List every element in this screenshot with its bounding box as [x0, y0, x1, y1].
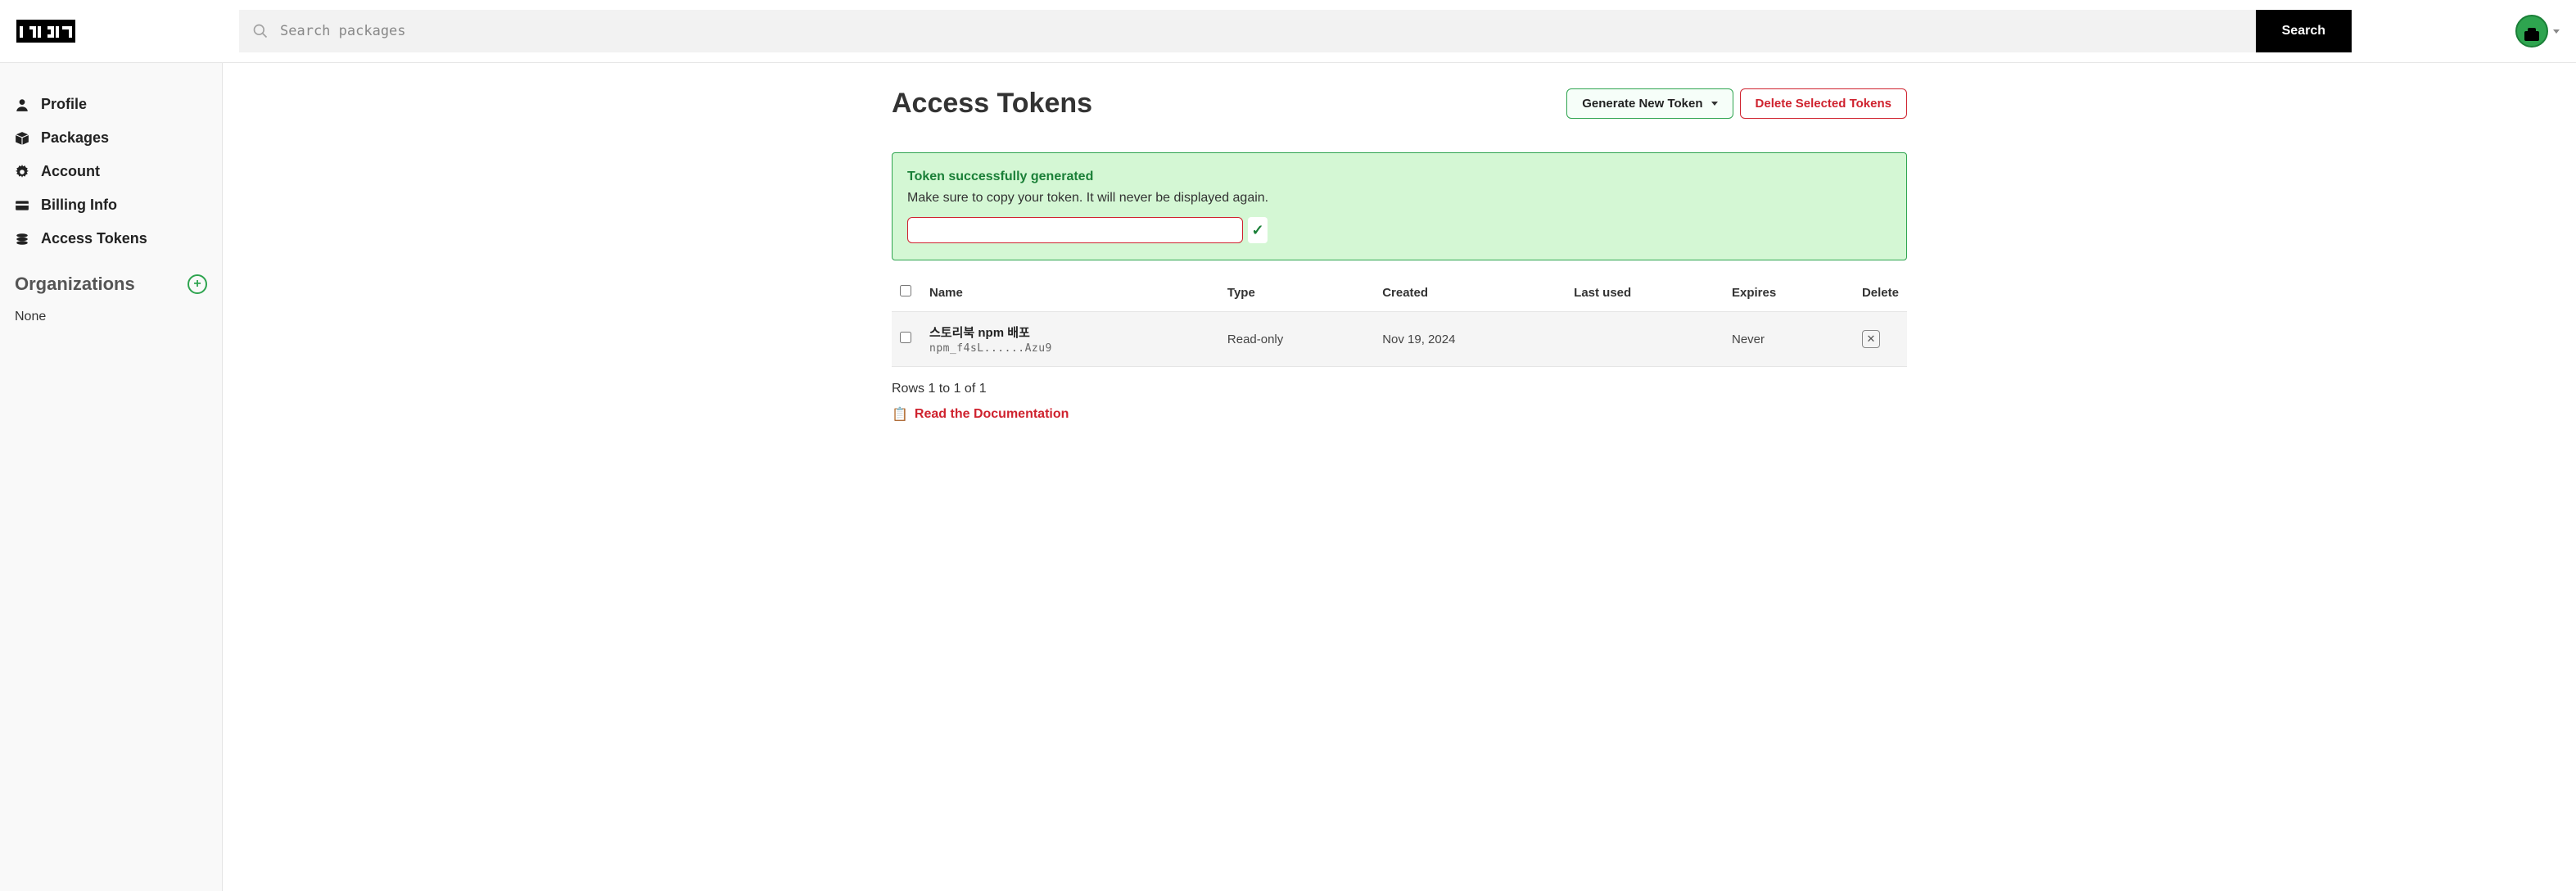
page-title: Access Tokens	[892, 88, 1092, 120]
sidebar-item-tokens[interactable]: Access Tokens	[0, 222, 222, 256]
page-head: Access Tokens Generate New Token Delete …	[892, 88, 1907, 120]
delete-row-button[interactable]: ✕	[1862, 330, 1880, 348]
search-form: Search	[239, 10, 2352, 52]
org-header: Organizations +	[0, 256, 222, 301]
card-icon	[15, 198, 29, 213]
main: Access Tokens Generate New Token Delete …	[223, 63, 2576, 891]
person-icon	[15, 97, 29, 112]
page-actions: Generate New Token Delete Selected Token…	[1566, 88, 1907, 119]
td-created: Nov 19, 2024	[1374, 312, 1566, 367]
org-none: None	[0, 301, 222, 333]
chevron-down-icon	[2553, 29, 2560, 34]
user-menu[interactable]	[2515, 15, 2560, 48]
th-select	[892, 274, 921, 312]
sidebar-item-label: Access Tokens	[41, 230, 147, 247]
sidebar-item-billing[interactable]: Billing Info	[0, 188, 222, 222]
token-field[interactable]	[907, 217, 1243, 243]
th-delete: Delete	[1854, 274, 1907, 312]
tokens-table: Name Type Created Last used Expires Dele…	[892, 274, 1907, 367]
sidebar-item-label: Account	[41, 163, 100, 180]
th-created: Created	[1374, 274, 1566, 312]
token-masked: npm_f4sL......Azu9	[929, 342, 1052, 355]
search-input[interactable]	[280, 23, 2243, 39]
chevron-down-icon	[1711, 102, 1718, 106]
alert-text: Make sure to copy your token. It will ne…	[907, 191, 1891, 206]
header: Search	[0, 0, 2576, 63]
select-all-checkbox[interactable]	[900, 285, 911, 296]
clipboard-icon: 📋	[892, 406, 908, 423]
td-expires: Never	[1724, 312, 1854, 367]
search-icon	[252, 23, 269, 39]
td-lastused	[1566, 312, 1724, 367]
coins-icon	[15, 232, 29, 247]
gear-icon	[15, 165, 29, 179]
success-alert: Token successfully generated Make sure t…	[892, 152, 1907, 260]
doc-link-row: 📋 Read the Documentation	[892, 401, 1907, 428]
alert-title: Token successfully generated	[907, 170, 1891, 184]
layout: Profile Packages Account Billing Info Ac…	[0, 63, 2576, 891]
sidebar-item-label: Packages	[41, 129, 109, 147]
row-checkbox[interactable]	[900, 332, 911, 343]
sidebar-item-label: Profile	[41, 96, 87, 113]
rows-info: Rows 1 to 1 of 1	[892, 367, 1907, 401]
th-name: Name	[921, 274, 1219, 312]
td-type: Read-only	[1219, 312, 1374, 367]
generate-token-button[interactable]: Generate New Token	[1566, 88, 1733, 119]
td-name: 스토리북 npm 배포 npm_f4sL......Azu9	[921, 312, 1219, 367]
org-title: Organizations	[15, 274, 135, 295]
table-row: 스토리북 npm 배포 npm_f4sL......Azu9 Read-only…	[892, 312, 1907, 367]
check-icon[interactable]: ✓	[1248, 217, 1268, 243]
search-button[interactable]: Search	[2256, 10, 2352, 52]
npm-logo[interactable]	[16, 20, 75, 43]
token-row: ✓	[907, 217, 1891, 243]
add-org-button[interactable]: +	[188, 274, 207, 294]
package-icon	[15, 131, 29, 146]
button-label: Generate New Token	[1582, 97, 1702, 111]
sidebar: Profile Packages Account Billing Info Ac…	[0, 63, 223, 891]
th-expires: Expires	[1724, 274, 1854, 312]
search-box	[239, 10, 2256, 52]
sidebar-item-profile[interactable]: Profile	[0, 88, 222, 121]
avatar	[2515, 15, 2548, 48]
th-type: Type	[1219, 274, 1374, 312]
content: Access Tokens Generate New Token Delete …	[888, 88, 1910, 428]
sidebar-item-account[interactable]: Account	[0, 155, 222, 188]
sidebar-item-label: Billing Info	[41, 197, 117, 214]
sidebar-item-packages[interactable]: Packages	[0, 121, 222, 155]
doc-link[interactable]: Read the Documentation	[915, 407, 1069, 422]
delete-selected-button[interactable]: Delete Selected Tokens	[1740, 88, 1907, 119]
token-name: 스토리북 npm 배포	[929, 324, 1211, 341]
th-lastused: Last used	[1566, 274, 1724, 312]
